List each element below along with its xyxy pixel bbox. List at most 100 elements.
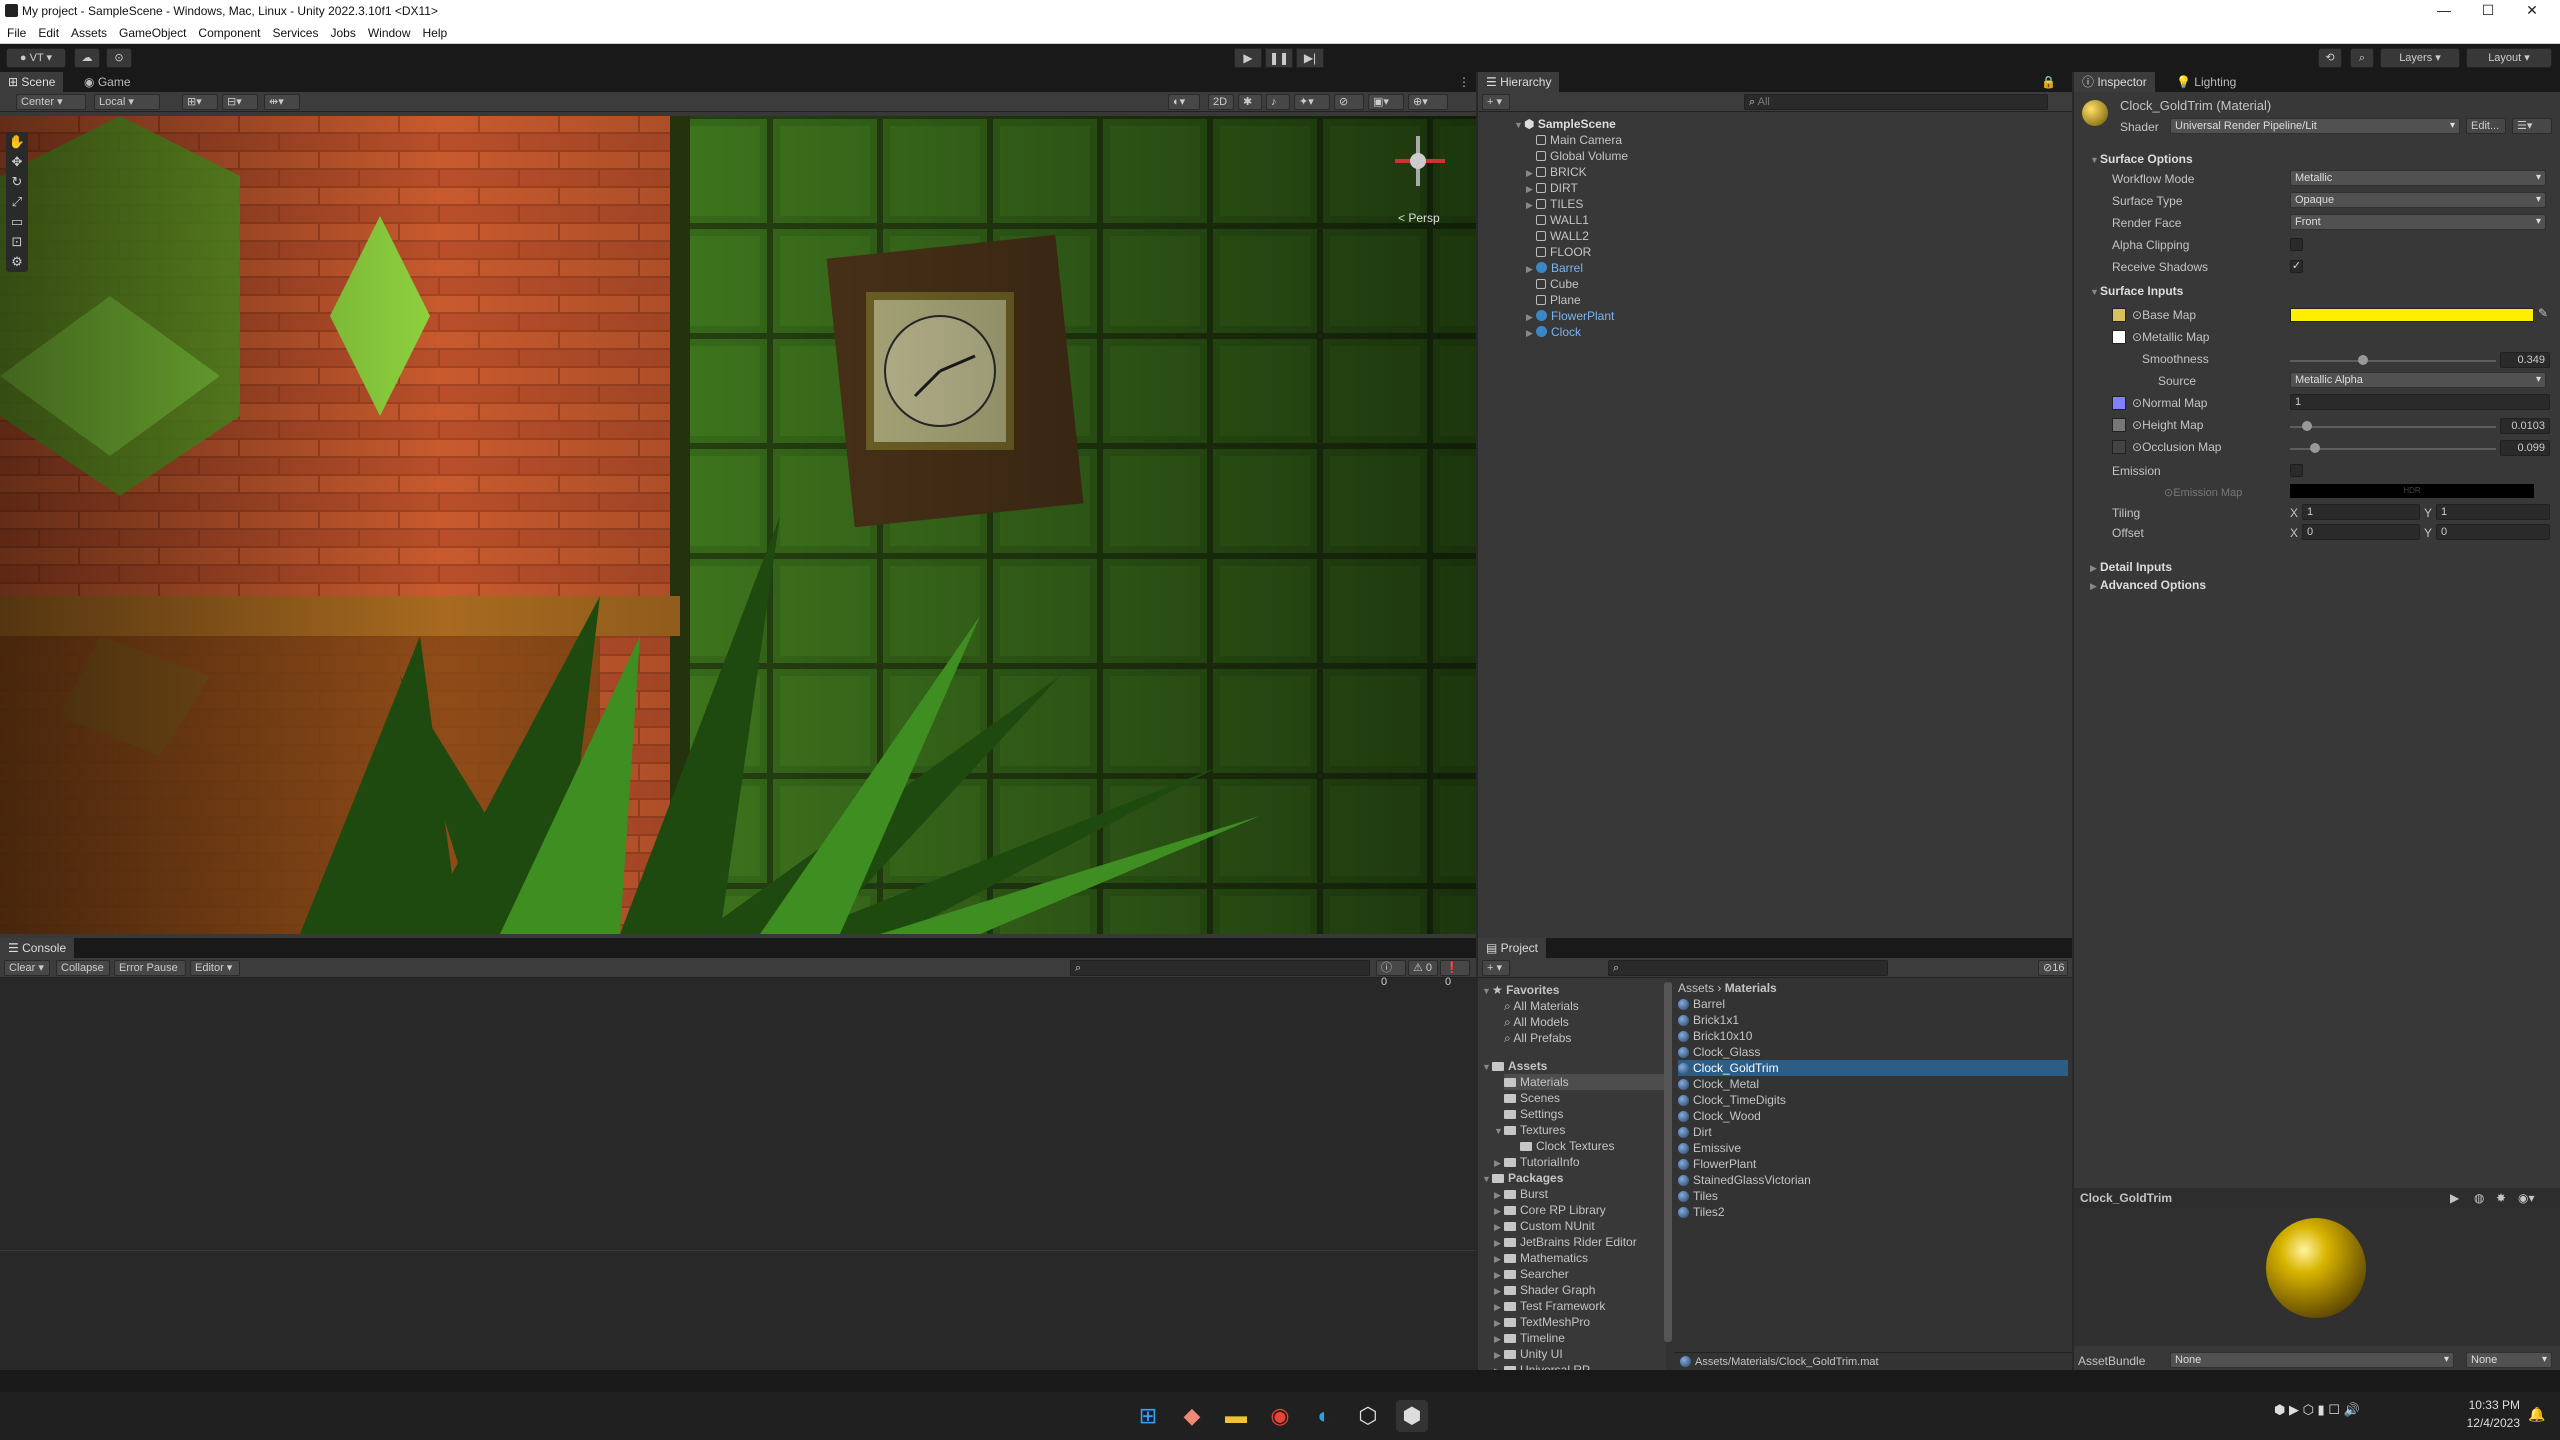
maximize-button[interactable]: ☐ bbox=[2468, 2, 2508, 19]
preview-light-icon[interactable]: ✸ bbox=[2496, 1188, 2506, 1208]
preview-area[interactable] bbox=[2074, 1208, 2560, 1346]
material-list-item[interactable]: Clock_Metal bbox=[1678, 1076, 1759, 1092]
height-slider-track[interactable] bbox=[2290, 426, 2496, 428]
editor-dropdown[interactable]: Editor ▾ bbox=[190, 960, 240, 976]
receive-shadows-checkbox[interactable]: ✓ bbox=[2290, 260, 2303, 273]
camera-settings-icon[interactable]: ▣▾ bbox=[1368, 94, 1404, 110]
edit-shader-button[interactable]: Edit... bbox=[2466, 118, 2506, 134]
smoothness-slider-knob[interactable] bbox=[2358, 355, 2368, 365]
folder-scenes[interactable]: Scenes bbox=[1504, 1090, 1560, 1106]
material-list-item[interactable]: Clock_TimeDigits bbox=[1678, 1092, 1786, 1108]
clock-date[interactable]: 12/4/2023 bbox=[2460, 1416, 2520, 1430]
hierarchy-item[interactable]: Cube bbox=[1526, 276, 1579, 292]
shading-mode-icon[interactable]: ◐▾ bbox=[1168, 94, 1200, 110]
folder-materials[interactable]: Materials bbox=[1504, 1074, 1666, 1090]
menu-assets[interactable]: Assets bbox=[64, 22, 112, 40]
surface-options-header[interactable]: ▼Surface Options bbox=[2090, 152, 2193, 166]
occlusion-map-texture-slot[interactable] bbox=[2112, 440, 2126, 454]
package-folder[interactable]: ▶ Timeline bbox=[1494, 1330, 1565, 1346]
play-button[interactable]: ▶ bbox=[1234, 48, 1262, 68]
tab-lighting[interactable]: 💡 Lighting bbox=[2168, 72, 2244, 92]
warn-count[interactable]: ⚠ 0 bbox=[1408, 960, 1438, 976]
material-list-item[interactable]: Clock_Wood bbox=[1678, 1108, 1761, 1124]
clock-time[interactable]: 10:33 PM bbox=[2460, 1398, 2520, 1412]
grid-snap-icon[interactable]: ⊞▾ bbox=[182, 94, 218, 110]
lock-icon[interactable]: 🔒 bbox=[2033, 72, 2064, 92]
custom-tool-icon[interactable]: ⚙ bbox=[6, 252, 28, 272]
transform-tool-icon[interactable]: ⊡ bbox=[6, 232, 28, 252]
color-picker-icon[interactable]: ✎ bbox=[2538, 306, 2548, 320]
menu-jobs[interactable]: Jobs bbox=[323, 22, 360, 40]
preview-play-icon[interactable]: ▶ bbox=[2450, 1188, 2459, 1208]
source-dropdown[interactable]: Metallic Alpha bbox=[2290, 372, 2546, 388]
close-button[interactable]: ✕ bbox=[2512, 2, 2552, 19]
tab-game[interactable]: ◉ Game bbox=[76, 72, 139, 92]
assets-header[interactable]: ▼ Assets bbox=[1482, 1058, 1547, 1074]
scene-menu-icon[interactable]: ⋮ bbox=[1450, 72, 1478, 92]
move-tool-icon[interactable]: ✥ bbox=[6, 152, 28, 172]
tab-console[interactable]: ☰ Console bbox=[0, 938, 75, 958]
tiling-y-field[interactable]: 1 bbox=[2436, 504, 2550, 520]
windows-start-icon[interactable]: ⊞ bbox=[1132, 1400, 1164, 1432]
menu-services[interactable]: Services bbox=[265, 22, 323, 40]
package-folder[interactable]: ▶ Core RP Library bbox=[1494, 1202, 1606, 1218]
tab-hierarchy[interactable]: ☰ Hierarchy bbox=[1478, 72, 1560, 92]
hierarchy-item[interactable]: Plane bbox=[1526, 292, 1581, 308]
emission-checkbox[interactable] bbox=[2290, 464, 2303, 477]
expand-arrow-icon[interactable]: ▶ bbox=[1526, 165, 1536, 181]
folder-clock-textures[interactable]: Clock Textures bbox=[1520, 1138, 1614, 1154]
error-pause-button[interactable]: Error Pause bbox=[114, 960, 186, 976]
material-list-item[interactable]: Brick1x1 bbox=[1678, 1012, 1739, 1028]
scene-root[interactable]: ▼⬢ SampleScene bbox=[1514, 116, 1616, 132]
advanced-options-header[interactable]: ▶ Advanced Options bbox=[2090, 578, 2206, 592]
undo-history-icon[interactable]: ⟲ bbox=[2318, 48, 2342, 68]
collab-icon[interactable]: ⊙ bbox=[106, 48, 132, 68]
favorites-header[interactable]: ▼★ Favorites bbox=[1482, 982, 1559, 998]
material-list-item[interactable]: Tiles2 bbox=[1678, 1204, 1725, 1220]
cloud-icon[interactable]: ☁ bbox=[74, 48, 100, 68]
package-folder[interactable]: ▶ Custom NUnit bbox=[1494, 1218, 1595, 1234]
alpha-clipping-checkbox[interactable] bbox=[2290, 238, 2303, 251]
occlusion-slider-track[interactable] bbox=[2290, 448, 2496, 450]
hierarchy-item[interactable]: WALL2 bbox=[1526, 228, 1589, 244]
log-count[interactable]: ⓘ 0 bbox=[1376, 960, 1406, 988]
offset-x-field[interactable]: 0 bbox=[2302, 524, 2420, 540]
package-folder[interactable]: ▶ Shader Graph bbox=[1494, 1282, 1595, 1298]
smoothness-slider-track[interactable] bbox=[2290, 360, 2496, 362]
material-list-item[interactable]: Brick10x10 bbox=[1678, 1028, 1752, 1044]
audio-toggle-icon[interactable]: ♪ bbox=[1266, 94, 1290, 110]
menu-edit[interactable]: Edit bbox=[31, 22, 64, 40]
metallic-map-texture-slot[interactable] bbox=[2112, 330, 2126, 344]
tree-scrollbar[interactable] bbox=[1664, 982, 1672, 1342]
material-list-item[interactable]: Clock_GoldTrim bbox=[1678, 1060, 2068, 1076]
pivot-dropdown[interactable]: Center ▾ bbox=[16, 94, 86, 110]
step-button[interactable]: ▶| bbox=[1296, 48, 1324, 68]
hierarchy-item[interactable]: ▶ FlowerPlant bbox=[1526, 308, 1614, 324]
hierarchy-item[interactable]: ▶ TILES bbox=[1526, 196, 1583, 212]
menu-help[interactable]: Help bbox=[416, 22, 453, 40]
rect-tool-icon[interactable]: ▭ bbox=[6, 212, 28, 232]
hierarchy-item[interactable]: ▶ DIRT bbox=[1526, 180, 1578, 196]
offset-y-field[interactable]: 0 bbox=[2436, 524, 2550, 540]
unity-editor-icon[interactable]: ⬢ bbox=[1396, 1400, 1428, 1432]
scene-viewport[interactable]: < Persp ✋ ✥ ↻ ⤢ ▭ ⊡ ⚙ bbox=[0, 116, 1476, 934]
breadcrumb-root[interactable]: Assets bbox=[1678, 981, 1714, 995]
expand-arrow-icon[interactable]: ▶ bbox=[1526, 309, 1536, 325]
expand-arrow-icon[interactable]: ▶ bbox=[1526, 261, 1536, 277]
favorite-item[interactable]: ⌕ All Materials bbox=[1504, 998, 1579, 1014]
scale-tool-icon[interactable]: ⤢ bbox=[6, 192, 28, 212]
add-object-button[interactable]: + ▾ bbox=[1482, 94, 1510, 110]
material-list-item[interactable]: StainedGlassVictorian bbox=[1678, 1172, 1811, 1188]
preview-mesh-icon[interactable]: ◍ bbox=[2474, 1188, 2484, 1208]
space-dropdown[interactable]: Local ▾ bbox=[94, 94, 160, 110]
material-list-item[interactable]: Emissive bbox=[1678, 1140, 1741, 1156]
package-folder[interactable]: ▶ TextMeshPro bbox=[1494, 1314, 1590, 1330]
height-slider-knob[interactable] bbox=[2302, 421, 2312, 431]
emission-color-field[interactable]: HDR bbox=[2290, 484, 2534, 498]
breadcrumb-leaf[interactable]: Materials bbox=[1725, 981, 1777, 995]
package-folder[interactable]: ▶ Burst bbox=[1494, 1186, 1548, 1202]
minimize-button[interactable]: — bbox=[2424, 2, 2464, 18]
package-folder[interactable]: ▶ Unity UI bbox=[1494, 1346, 1563, 1362]
asset-bundle-dropdown[interactable]: None bbox=[2170, 1352, 2454, 1368]
base-map-texture-slot[interactable] bbox=[2112, 308, 2126, 322]
